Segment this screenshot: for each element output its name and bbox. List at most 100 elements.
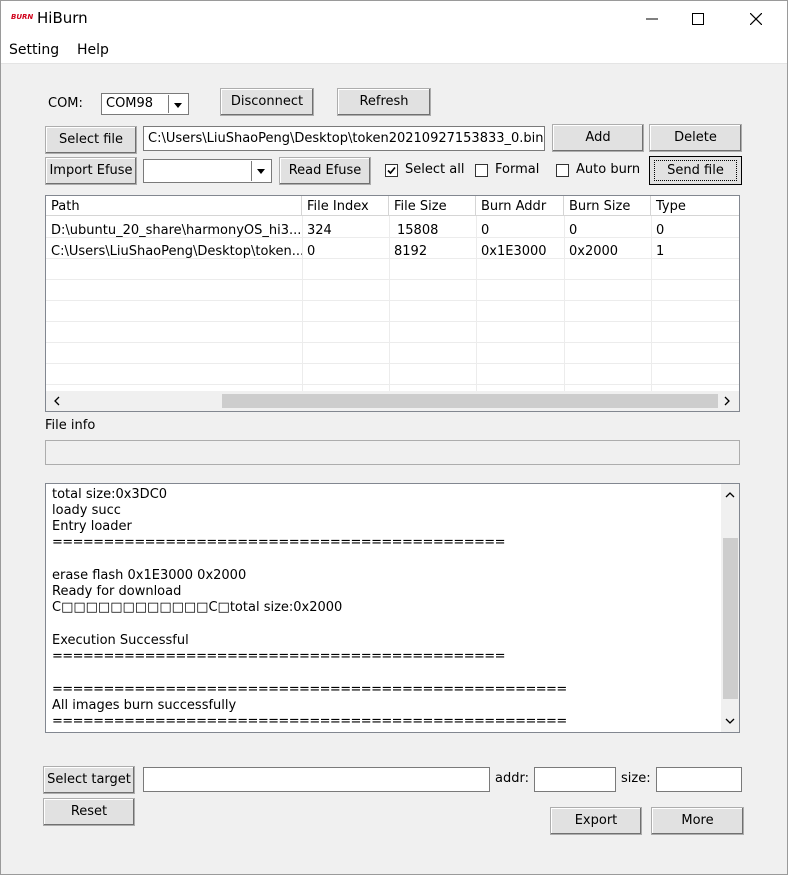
more-button[interactable]: More: [651, 807, 744, 835]
delete-button-label: Delete: [674, 130, 717, 145]
cell-path: D:\ubuntu_20_share\harmonyOS_hi3...: [51, 223, 302, 238]
table-row[interactable]: C:\Users\LiuShaoPeng\Desktop\token... 0 …: [46, 241, 739, 262]
grid-line: [46, 384, 739, 385]
cell-file-size: 8192: [394, 244, 428, 259]
cell-file-size: 15808: [397, 223, 439, 238]
com-label: COM:: [48, 96, 83, 111]
log-line: ========================================…: [52, 714, 567, 729]
read-efuse-button-label: Read Efuse: [288, 163, 362, 178]
close-button[interactable]: [733, 1, 779, 37]
read-efuse-button[interactable]: Read Efuse: [279, 157, 371, 185]
scroll-up-icon[interactable]: [725, 491, 735, 499]
auto-burn-label: Auto burn: [576, 162, 641, 177]
file-path-field[interactable]: C:\Users\LiuShaoPeng\Desktop\token202109…: [143, 126, 545, 151]
menu-bar: Setting Help: [1, 37, 787, 64]
com-select[interactable]: COM98: [101, 93, 189, 115]
scroll-down-icon[interactable]: [725, 717, 735, 725]
log-line: Ready for download: [52, 584, 182, 599]
cell-burn-size: 0x2000: [569, 244, 619, 259]
reset-button[interactable]: Reset: [43, 798, 135, 826]
file-info-field: [45, 440, 740, 465]
select-file-button-label: Select file: [58, 132, 124, 147]
cell-burn-addr: 0: [481, 223, 490, 238]
file-path-value: C:\Users\LiuShaoPeng\Desktop\token202109…: [148, 131, 544, 146]
column-header-path[interactable]: Path: [46, 196, 302, 216]
cell-type: 0: [656, 223, 665, 238]
minimize-icon: [646, 18, 658, 20]
formal-label: Formal: [495, 162, 540, 177]
grid-line: [46, 279, 739, 280]
grid-line: [46, 363, 739, 364]
refresh-button-label: Refresh: [359, 94, 409, 109]
scroll-left-icon[interactable]: [53, 396, 61, 406]
reset-button-label: Reset: [70, 804, 108, 819]
grid-line: [46, 300, 739, 301]
table-horizontal-scrollbar[interactable]: [46, 391, 739, 411]
select-target-button[interactable]: Select target: [43, 766, 135, 794]
formal-box[interactable]: [475, 164, 488, 177]
title-bar: BURN HiBurn: [1, 1, 787, 37]
addr-field[interactable]: [534, 767, 616, 792]
log-vertical-scrollbar[interactable]: [721, 484, 739, 732]
log-line: total size:0x3DC0: [52, 487, 168, 502]
log-output[interactable]: total size:0x3DC0 loady succ Entry loade…: [45, 483, 740, 733]
target-path-field[interactable]: [143, 767, 490, 792]
log-line: ========================================…: [52, 649, 505, 664]
more-button-label: More: [681, 813, 714, 828]
delete-button[interactable]: Delete: [649, 124, 742, 152]
cell-file-index: 324: [307, 223, 332, 238]
horizontal-scroll-thumb[interactable]: [222, 394, 718, 408]
grid-line: [46, 321, 739, 322]
export-button[interactable]: Export: [550, 807, 642, 835]
efuse-dropdown-arrow[interactable]: [251, 161, 270, 181]
app-logo: BURN: [11, 13, 34, 21]
column-header-type[interactable]: Type: [651, 196, 739, 216]
send-file-button[interactable]: Send file: [649, 156, 742, 185]
log-line: Entry loader: [52, 519, 132, 534]
vertical-scroll-thumb[interactable]: [723, 538, 738, 699]
minimize-button[interactable]: [629, 1, 675, 37]
column-header-burn-addr[interactable]: Burn Addr: [476, 196, 564, 216]
select-all-label: Select all: [405, 162, 465, 177]
com-dropdown-arrow[interactable]: [168, 95, 187, 113]
menu-help[interactable]: Help: [77, 42, 109, 58]
refresh-button[interactable]: Refresh: [337, 88, 431, 116]
cell-file-index: 0: [307, 244, 316, 259]
select-file-button[interactable]: Select file: [45, 126, 137, 154]
import-efuse-button[interactable]: Import Efuse: [45, 157, 137, 185]
log-line: ========================================…: [52, 682, 567, 697]
grid-line: [46, 342, 739, 343]
log-line: C□□□□□□□□□□□□C□total size:0x2000: [52, 600, 343, 615]
column-header-file-size[interactable]: File Size: [389, 196, 476, 216]
log-line: All images burn successfully: [52, 698, 237, 713]
menu-setting[interactable]: Setting: [9, 42, 59, 58]
chevron-down-icon: [257, 169, 265, 174]
scroll-right-icon[interactable]: [723, 396, 731, 406]
size-field[interactable]: [656, 767, 742, 792]
table-row[interactable]: D:\ubuntu_20_share\harmonyOS_hi3... 324 …: [46, 220, 739, 241]
select-target-button-label: Select target: [47, 772, 131, 787]
cell-burn-addr: 0x1E3000: [481, 244, 547, 259]
com-select-value: COM98: [106, 96, 154, 111]
column-header-file-index[interactable]: File Index: [302, 196, 389, 216]
disconnect-button[interactable]: Disconnect: [220, 88, 314, 116]
disconnect-button-label: Disconnect: [230, 94, 304, 109]
auto-burn-box[interactable]: [556, 164, 569, 177]
select-all-box[interactable]: [385, 164, 398, 177]
cell-path: C:\Users\LiuShaoPeng\Desktop\token...: [51, 244, 302, 259]
send-file-focus-ring: Send file: [654, 160, 737, 181]
hiburn-window: BURN HiBurn Setting Help COM: COM98 Disc…: [0, 0, 788, 875]
maximize-button[interactable]: [675, 1, 721, 37]
add-button[interactable]: Add: [552, 124, 644, 152]
file-table: Path File Index File Size Burn Addr Burn…: [45, 195, 740, 412]
size-label: size:: [621, 771, 651, 786]
send-file-button-label: Send file: [667, 163, 724, 178]
column-header-burn-size[interactable]: Burn Size: [564, 196, 651, 216]
efuse-select[interactable]: [143, 159, 272, 183]
log-line: Execution Successful: [52, 633, 189, 648]
checkmark-icon: [387, 166, 396, 175]
log-line: ========================================…: [52, 535, 505, 550]
cell-type: 1: [656, 244, 665, 259]
add-button-label: Add: [585, 130, 611, 145]
log-line: loady succ: [52, 503, 121, 518]
